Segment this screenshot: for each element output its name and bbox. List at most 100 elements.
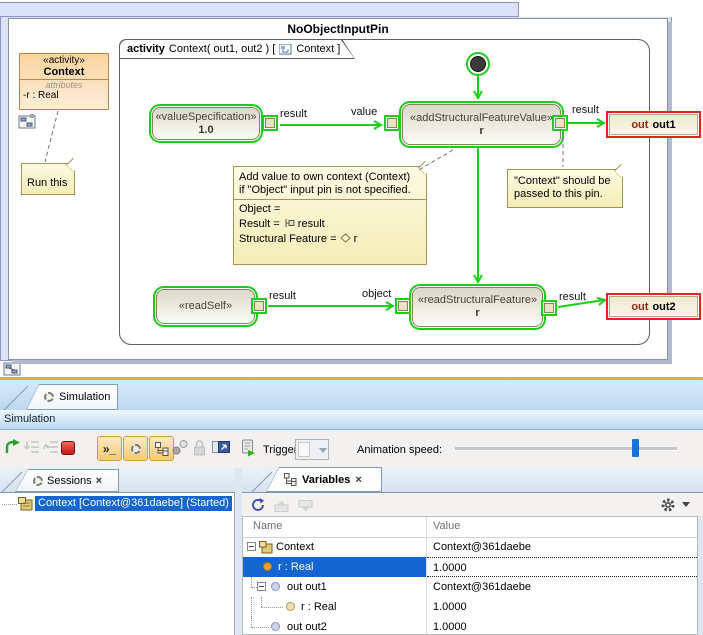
- animation-speed-slider[interactable]: [455, 447, 677, 451]
- node-read-structural-feature[interactable]: «readStructuralFeature» r: [409, 284, 546, 330]
- diagram-shortcut-icon-classbox[interactable]: [18, 114, 37, 129]
- param-node-out2[interactable]: out out2: [606, 293, 701, 320]
- asfv-value-pin[interactable]: [384, 115, 400, 131]
- rsf-object-pin-label: object: [362, 288, 391, 300]
- row-name: r : Real: [301, 597, 336, 617]
- row-name: out out1: [287, 577, 327, 597]
- tree-guide: [251, 627, 269, 628]
- stop-button[interactable]: [61, 441, 75, 455]
- asfv-stereotype: «addStructuralFeatureValue»: [410, 112, 553, 125]
- param-node-out1[interactable]: out out1: [606, 111, 701, 138]
- readself-stereotype: «readSelf»: [179, 300, 232, 313]
- vs-name: 1.0: [198, 124, 213, 137]
- gear-dropdown-caret[interactable]: [682, 502, 690, 507]
- run-this-note[interactable]: Run this: [21, 163, 75, 195]
- tree-guide: [261, 607, 283, 608]
- collapse-icon[interactable]: [257, 582, 266, 591]
- value-property-icon: [263, 562, 272, 571]
- animation-speed-handle[interactable]: [632, 439, 639, 457]
- node-read-self[interactable]: «readSelf»: [153, 286, 258, 327]
- variables-close-icon[interactable]: ×: [355, 474, 361, 486]
- breakpoints-button[interactable]: [172, 440, 189, 455]
- out2-keyword: out: [631, 301, 648, 313]
- variables-tree-icon: [155, 442, 169, 456]
- table-header: Name Value: [243, 517, 697, 538]
- variables-table: Name Value Context Context@361daebe r : …: [242, 516, 698, 635]
- diagram-shortcut-icon[interactable]: [3, 362, 22, 376]
- row-name: Context: [276, 537, 314, 557]
- out1-keyword: out: [631, 119, 648, 131]
- frame-diagram-ref: Context ]: [296, 43, 340, 55]
- note1-line2: if "Object" input pin is not specified.: [239, 184, 421, 197]
- tab-strip-slant: [2, 384, 30, 410]
- asfv-result-pin-label: result: [572, 104, 599, 116]
- tab-sessions[interactable]: Sessions ×: [15, 469, 119, 492]
- note2-line2: passed to this pin.: [514, 188, 622, 201]
- out2-name: out2: [652, 301, 675, 313]
- class-attribute: -r : Real: [20, 90, 108, 101]
- diagram-title: NoObjectInputPin: [9, 22, 667, 36]
- tab-simulation[interactable]: Simulation: [26, 384, 118, 410]
- panel-splitter[interactable]: [235, 468, 242, 635]
- node-add-structural-feature-value[interactable]: «addStructuralFeatureValue» r: [399, 101, 564, 148]
- open-in-window-button[interactable]: [212, 439, 230, 455]
- import-icon[interactable]: [298, 500, 313, 512]
- collapse-icon[interactable]: [247, 542, 256, 551]
- simulation-config-toggle-button[interactable]: [123, 436, 148, 461]
- step-over-button[interactable]: [43, 440, 59, 455]
- note1-feature-row: Structural Feature = r: [239, 232, 421, 247]
- diagram-window: NoObjectInputPin activity Context( out1,…: [8, 18, 668, 360]
- class-section-label: attributes: [20, 80, 108, 90]
- activity-diagram-icon: [279, 44, 292, 55]
- vs-result-pin[interactable]: [262, 115, 278, 131]
- activity-frame-tab[interactable]: activity Context( out1, out2 ) [ Context…: [119, 39, 355, 59]
- anchor-classbox-to-note: [45, 111, 58, 162]
- table-row[interactable]: out out2 1.0000: [243, 617, 697, 635]
- instance-icon: [18, 497, 33, 511]
- tab-variables[interactable]: Variables ×: [266, 467, 382, 492]
- rsf-object-pin[interactable]: [395, 298, 411, 314]
- lock-button[interactable]: [193, 439, 206, 456]
- add-value-note[interactable]: Add value to own context (Context) if "O…: [233, 166, 427, 265]
- note1-line1: Add value to own context (Context): [239, 171, 421, 184]
- background-window-titlebar[interactable]: [0, 2, 519, 17]
- node-value-specification[interactable]: «valueSpecification» 1.0: [149, 104, 263, 143]
- context-pin-note[interactable]: "Context" should be passed to this pin.: [507, 169, 623, 208]
- row-value: 1.0000: [427, 557, 697, 577]
- table-row[interactable]: r : Real 1.0000: [243, 597, 697, 617]
- variables-toggle-button[interactable]: [149, 436, 174, 461]
- panel-edge: [698, 516, 703, 635]
- tree-guide: [251, 577, 252, 587]
- column-header-name[interactable]: Name: [253, 520, 282, 532]
- rsf-result-pin-label: result: [559, 291, 586, 303]
- console-toggle-button[interactable]: »_: [97, 436, 122, 461]
- trigger-select[interactable]: [295, 439, 329, 460]
- column-header-value[interactable]: Value: [433, 520, 460, 532]
- sessions-close-icon[interactable]: ×: [96, 475, 102, 487]
- tab-simulation-label: Simulation: [59, 391, 110, 403]
- pin-glyph-icon: [283, 218, 295, 228]
- readself-result-pin[interactable]: [251, 298, 267, 314]
- table-row[interactable]: Context Context@361daebe: [243, 537, 697, 557]
- row-value: 1.0000: [427, 597, 697, 617]
- out1-name: out1: [652, 119, 675, 131]
- row-value: Context@361daebe: [427, 537, 697, 557]
- class-stereotype: «activity»: [20, 54, 108, 66]
- refresh-icon[interactable]: [251, 498, 265, 512]
- tab-sessions-label: Sessions: [47, 475, 92, 487]
- gear-icon[interactable]: [660, 497, 676, 513]
- instance-icon: [259, 541, 273, 554]
- activity-frame-tab-content: activity Context( out1, out2 ) [ Context…: [119, 39, 355, 59]
- class-box-context[interactable]: «activity» Context attributes -r : Real: [19, 53, 109, 110]
- export-icon[interactable]: [274, 500, 289, 512]
- asfv-result-pin[interactable]: [552, 115, 568, 131]
- asfv-value-pin-label: value: [351, 106, 377, 118]
- table-row[interactable]: out out1 Context@361daebe: [243, 577, 697, 597]
- session-item[interactable]: Context [Context@361daebe] (Started): [35, 496, 232, 511]
- rsf-result-pin[interactable]: [541, 300, 557, 316]
- resume-button[interactable]: [4, 439, 21, 456]
- step-into-button[interactable]: [24, 440, 40, 455]
- screenshot-root: NoObjectInputPin activity Context( out1,…: [0, 0, 703, 635]
- table-row-selected[interactable]: r : Real 1.0000: [243, 557, 697, 577]
- simulation-icon: [44, 392, 54, 402]
